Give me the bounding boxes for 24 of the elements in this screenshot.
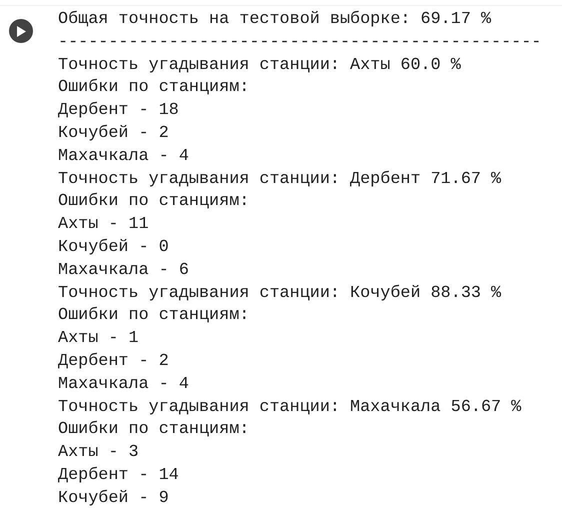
output-line: Ошибки по станциям: xyxy=(58,191,250,214)
play-icon xyxy=(16,26,26,36)
output-line: Дербент - 2 xyxy=(58,350,169,373)
output-line: ------------------------------------------------ xyxy=(58,32,542,54)
output-line: Точность угадывания станции: Ахты 60.0 % xyxy=(58,54,461,77)
output-line: Точность угадывания станции: Кочубей 88.33 % xyxy=(58,282,502,305)
output-line: Ошибки по станциям: xyxy=(58,419,250,442)
output-line: Ошибки по станциям: xyxy=(58,305,250,328)
output-line: Ошибки по станциям: xyxy=(58,77,250,100)
output-line: Кочубей - 0 xyxy=(58,236,169,259)
output-line: Точность угадывания станции: Махачкала 56.67 % xyxy=(58,396,522,419)
output-line: Махачкала - 4 xyxy=(58,146,189,168)
output-line: Ахты - 11 xyxy=(58,214,149,236)
run-button[interactable] xyxy=(9,19,33,43)
output-line: Махачкала - 4 xyxy=(58,374,189,396)
output-line: Махачкала - 6 xyxy=(58,260,189,282)
output-line: Ахты - 3 xyxy=(58,442,139,464)
output-line: Точность угадывания станции: Дербент 71.67 % xyxy=(58,168,502,191)
output-line: Ахты - 1 xyxy=(58,328,139,350)
output-line: Дербент - 18 xyxy=(58,100,179,122)
output-line: Дербент - 14 xyxy=(58,464,179,487)
output-line: Кочубей - 2 xyxy=(58,122,169,145)
output-line: Кочубей - 9 xyxy=(58,488,169,508)
output-line: Общая точность на тестовой выборке: 69.17 % xyxy=(58,9,492,31)
